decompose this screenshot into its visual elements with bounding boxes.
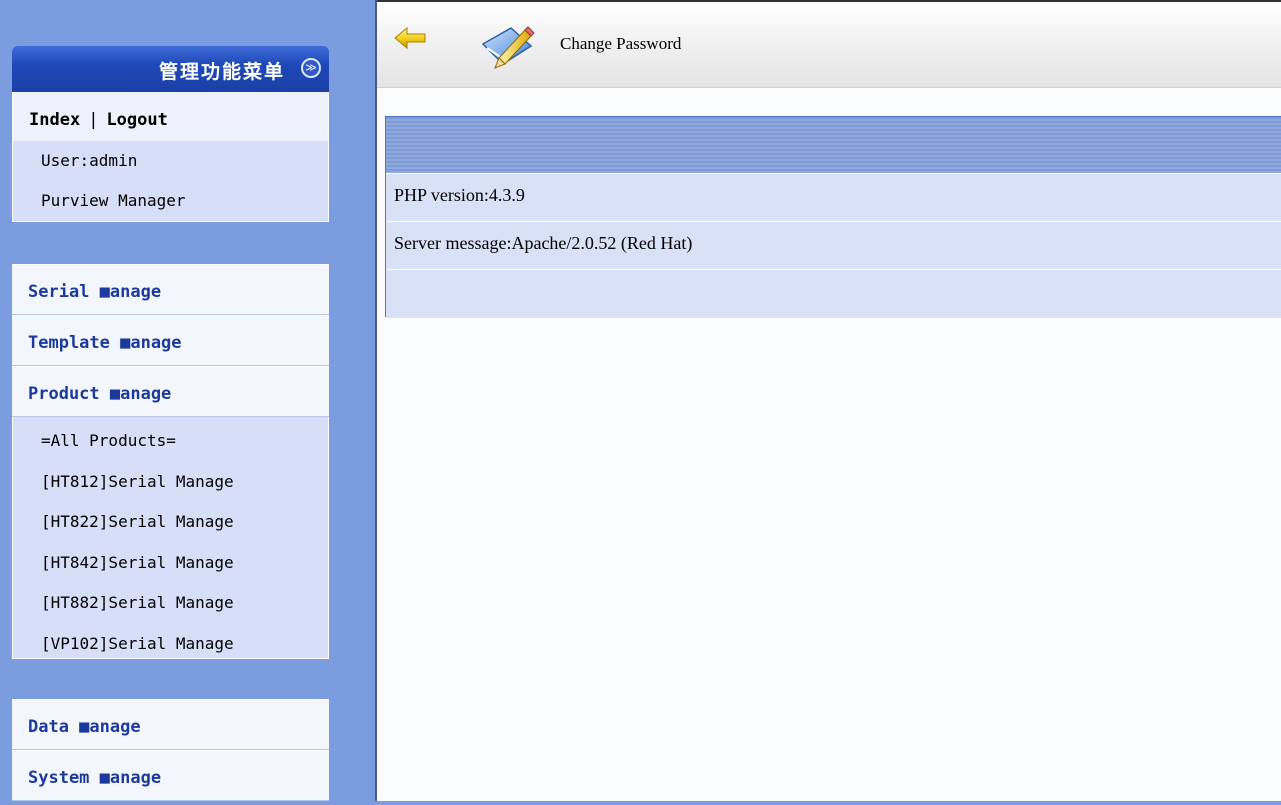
section-product-manage[interactable]: Product ■anage bbox=[12, 366, 329, 417]
edit-pencil-icon[interactable] bbox=[477, 18, 537, 78]
server-info-table: PHP version:4.3.9 Server message:Apache/… bbox=[385, 116, 1281, 318]
table-header bbox=[386, 117, 1281, 174]
product-list: =All Products= [HT812]Serial Manage [HT8… bbox=[12, 417, 329, 659]
section-template-manage[interactable]: Template ■anage bbox=[12, 315, 329, 366]
section-system-manage[interactable]: System ■anage bbox=[12, 750, 329, 801]
server-message-row: Server message:Apache/2.0.52 (Red Hat) bbox=[386, 222, 1281, 270]
user-box: Index | Logout User:admin Purview Manager bbox=[12, 92, 329, 222]
menu-panel-title: 管理功能菜单 bbox=[158, 61, 285, 83]
link-separator: | bbox=[88, 110, 99, 130]
purview-manager-link[interactable]: Purview Manager bbox=[13, 181, 328, 221]
sidebar: 管理功能菜单 ≫ Index | Logout User:admin Purview… bbox=[0, 0, 375, 801]
product-item-all[interactable]: =All Products= bbox=[13, 421, 328, 462]
index-link[interactable]: Index bbox=[29, 110, 80, 130]
section-serial-manage[interactable]: Serial ■anage bbox=[12, 264, 329, 315]
product-item-ht882[interactable]: [HT882]Serial Manage bbox=[13, 583, 328, 624]
product-item-ht842[interactable]: [HT842]Serial Manage bbox=[13, 543, 328, 584]
collapse-icon[interactable]: ≫ bbox=[301, 58, 321, 78]
menu-panel-header: 管理功能菜单 ≫ bbox=[12, 46, 329, 92]
section-data-manage[interactable]: Data ■anage bbox=[12, 699, 329, 750]
product-item-vp102[interactable]: [VP102]Serial Manage bbox=[13, 624, 328, 665]
main-content: Change Password PHP version:4.3.9 Server… bbox=[375, 0, 1281, 801]
user-label: User:admin bbox=[41, 151, 138, 170]
change-password-link[interactable]: Change Password bbox=[560, 34, 681, 54]
toolbar: Change Password bbox=[377, 0, 1281, 88]
product-item-ht812[interactable]: [HT812]Serial Manage bbox=[13, 462, 328, 503]
logout-link[interactable]: Logout bbox=[106, 110, 167, 130]
empty-row bbox=[386, 270, 1281, 318]
top-links: Index | Logout bbox=[13, 92, 328, 141]
php-version-row: PHP version:4.3.9 bbox=[386, 174, 1281, 222]
product-item-ht822[interactable]: [HT822]Serial Manage bbox=[13, 502, 328, 543]
back-arrow-icon[interactable] bbox=[393, 26, 427, 54]
